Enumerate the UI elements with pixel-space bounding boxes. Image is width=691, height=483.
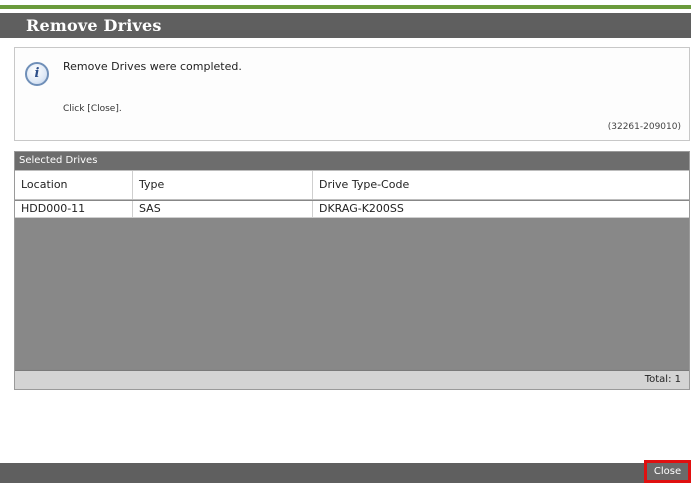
dialog-title: Remove Drives bbox=[26, 16, 162, 35]
table-footer: Total: 1 bbox=[15, 370, 689, 389]
selected-drives-header: Selected Drives bbox=[15, 152, 689, 170]
table-header-row: Location Type Drive Type-Code bbox=[15, 170, 689, 200]
info-icon: i bbox=[25, 62, 49, 86]
total-count: Total: 1 bbox=[644, 374, 681, 385]
completion-message: Remove Drives were completed. bbox=[63, 60, 242, 73]
table-empty-area bbox=[15, 218, 689, 369]
close-button[interactable]: Close bbox=[644, 460, 691, 483]
cell-location: HDD000-11 bbox=[15, 201, 133, 217]
column-header-type[interactable]: Type bbox=[133, 171, 313, 199]
cell-drive-type-code: DKRAG-K200SS bbox=[319, 202, 404, 215]
top-accent-bar bbox=[0, 0, 691, 9]
cell-type: SAS bbox=[133, 201, 313, 217]
selected-drives-panel: Selected Drives Location Type Drive Type… bbox=[14, 151, 690, 390]
column-header-location[interactable]: Location bbox=[15, 171, 133, 199]
dialog-title-bar: Remove Drives bbox=[0, 13, 691, 38]
column-header-drive-type-code[interactable]: Drive Type-Code bbox=[313, 171, 689, 199]
message-panel: i Remove Drives were completed. Click [C… bbox=[14, 47, 690, 141]
dialog-footer-bar bbox=[0, 463, 691, 483]
message-code: (32261-209010) bbox=[607, 122, 681, 132]
instruction-message: Click [Close]. bbox=[63, 104, 122, 114]
table-row[interactable]: HDD000-11 SAS DKRAG-K200SS bbox=[15, 201, 689, 218]
